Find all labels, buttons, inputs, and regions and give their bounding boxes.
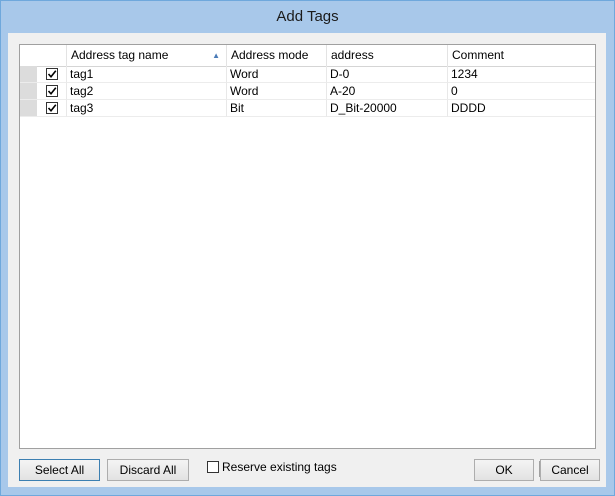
cell-tag-name[interactable]: tag2 — [67, 83, 227, 100]
header-address-tag-name[interactable]: Address tag name ▲ — [67, 45, 227, 66]
row-header[interactable] — [20, 100, 37, 117]
table-row[interactable]: tag3 Bit D_Bit-20000 DDDD — [20, 100, 595, 117]
row-checkbox[interactable] — [46, 102, 58, 114]
cell-tag-name[interactable]: tag3 — [67, 100, 227, 117]
reserve-existing-tags-checkbox[interactable] — [207, 461, 219, 473]
cell-comment[interactable]: DDDD — [448, 100, 595, 117]
table-row[interactable]: tag1 Word D-0 1234 — [20, 66, 595, 83]
row-checkbox[interactable] — [46, 85, 58, 97]
ok-button[interactable]: OK — [474, 459, 534, 481]
select-all-button[interactable]: Select All — [19, 459, 100, 481]
cell-address-mode[interactable]: Word — [227, 66, 327, 83]
checkmark-icon — [47, 87, 57, 96]
row-checkbox-cell — [37, 83, 67, 100]
cell-address[interactable]: D_Bit-20000 — [327, 100, 448, 117]
cell-address-mode[interactable]: Word — [227, 83, 327, 100]
cell-address[interactable]: D-0 — [327, 66, 448, 83]
cancel-button[interactable]: Cancel — [540, 459, 600, 481]
title-bar[interactable]: Add Tags — [1, 1, 614, 33]
header-address[interactable]: address — [327, 45, 448, 66]
row-checkbox[interactable] — [46, 68, 58, 80]
checkmark-icon — [47, 104, 57, 113]
dialog-title: Add Tags — [276, 8, 339, 25]
header-label: Address tag name — [71, 48, 169, 62]
row-header[interactable] — [20, 83, 37, 100]
discard-all-button[interactable]: Discard All — [107, 459, 189, 481]
row-checkbox-cell — [37, 66, 67, 83]
row-header[interactable] — [20, 66, 37, 83]
dialog-client-area: Address tag name ▲ Address mode address … — [8, 33, 606, 487]
add-tags-dialog: Add Tags Address tag name ▲ Address mode… — [0, 0, 615, 496]
cell-address-mode[interactable]: Bit — [227, 100, 327, 117]
reserve-existing-tags-label: Reserve existing tags — [222, 460, 337, 474]
table-header: Address tag name ▲ Address mode address … — [20, 45, 595, 67]
header-comment[interactable]: Comment — [448, 45, 595, 66]
sort-ascending-icon: ▲ — [212, 51, 220, 60]
checkmark-icon — [47, 70, 57, 79]
table-row[interactable]: tag2 Word A-20 0 — [20, 83, 595, 100]
tags-table: Address tag name ▲ Address mode address … — [19, 44, 596, 449]
row-checkbox-cell — [37, 100, 67, 117]
header-address-mode[interactable]: Address mode — [227, 45, 327, 66]
cell-tag-name[interactable]: tag1 — [67, 66, 227, 83]
header-select-column — [20, 45, 67, 66]
cell-comment[interactable]: 1234 — [448, 66, 595, 83]
cell-comment[interactable]: 0 — [448, 83, 595, 100]
cell-address[interactable]: A-20 — [327, 83, 448, 100]
